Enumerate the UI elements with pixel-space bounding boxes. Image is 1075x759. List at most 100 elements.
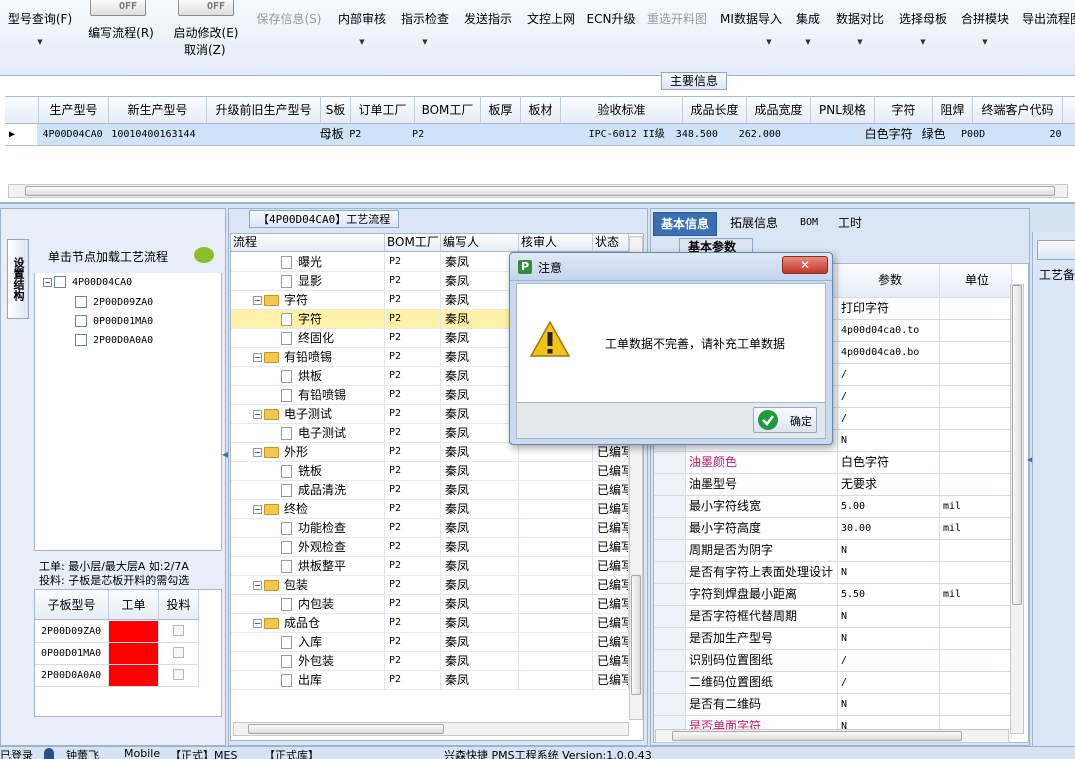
table-row[interactable]: 入库P2秦凤已编写 bbox=[231, 633, 629, 652]
expand-minus-icon[interactable]: − bbox=[253, 581, 262, 590]
checkbox-icon[interactable] bbox=[173, 625, 184, 636]
table-row[interactable]: 0P00D01MA0 bbox=[35, 643, 199, 665]
close-icon[interactable]: ✕ bbox=[782, 256, 828, 274]
param-value-cell[interactable]: 5.50 bbox=[838, 584, 940, 605]
param-hscroll[interactable] bbox=[655, 729, 1009, 743]
ecn-upgrade-button[interactable]: ECN升级 bbox=[584, 0, 638, 70]
table-row[interactable]: 是否加生产型号 N bbox=[654, 628, 1012, 650]
expand-minus-icon[interactable]: − bbox=[43, 278, 52, 287]
param-value-cell[interactable]: 白色字符 bbox=[838, 452, 940, 473]
table-row[interactable]: 2P00D09ZA0 bbox=[35, 621, 199, 643]
table-row[interactable]: 油墨型号 无要求 bbox=[654, 474, 1012, 496]
col-header[interactable]: 终端客户代码 bbox=[973, 97, 1063, 123]
ok-button[interactable]: 确定 bbox=[753, 407, 817, 433]
param-value-cell[interactable]: 打印字符 bbox=[838, 298, 940, 319]
table-row[interactable]: 最小字符线宽 5.00 mil bbox=[654, 496, 1012, 518]
expand-minus-icon[interactable]: − bbox=[253, 505, 262, 514]
param-value-cell[interactable]: / bbox=[838, 672, 940, 693]
reselect-cutting-button[interactable]: 重选开料图 bbox=[642, 0, 712, 70]
cancel-button[interactable]: 取消(Z) bbox=[184, 41, 226, 58]
mi-import-button[interactable]: MI数据导入 ▼ bbox=[716, 0, 786, 70]
table-row[interactable]: 字符到焊盘最小距离 5.50 mil bbox=[654, 584, 1012, 606]
col-header[interactable]: 子板型号 bbox=[35, 590, 109, 619]
table-row[interactable]: −成品仓P2秦凤已编写 bbox=[231, 614, 629, 633]
table-row[interactable]: −外形P2秦凤已编写 bbox=[231, 443, 629, 462]
process-hscroll[interactable] bbox=[233, 722, 629, 736]
param-value-cell[interactable]: N bbox=[838, 562, 940, 583]
internal-review-button[interactable]: 内部审核 ▼ bbox=[332, 0, 392, 70]
export-flow-button[interactable]: 导出流程图 bbox=[1018, 0, 1075, 70]
expand-minus-icon[interactable]: − bbox=[253, 296, 262, 305]
scroll-thumb[interactable] bbox=[248, 724, 444, 734]
col-header[interactable]: 流程 bbox=[231, 234, 385, 251]
col-header[interactable]: 生产型号 bbox=[39, 97, 109, 123]
tree-node-root[interactable]: −4P00D04CA0 bbox=[43, 276, 132, 288]
table-row[interactable]: 内包装P2秦凤已编写 bbox=[231, 595, 629, 614]
col-header[interactable]: 单位 bbox=[940, 264, 1012, 297]
col-header[interactable]: 订单工厂 bbox=[351, 97, 415, 123]
table-row[interactable]: 二维码位置图纸 / bbox=[654, 672, 1012, 694]
param-value-cell[interactable]: N bbox=[838, 694, 940, 715]
tab-work-hours[interactable]: 工时 bbox=[831, 212, 869, 236]
tab-extended-info[interactable]: 拓展信息 bbox=[723, 212, 785, 236]
table-row[interactable]: 是否字符框代替周期 N bbox=[654, 606, 1012, 628]
model-query-button[interactable]: 型号查询(F) ▼ bbox=[0, 0, 80, 70]
col-header[interactable]: 编写人 bbox=[441, 234, 519, 251]
expand-minus-icon[interactable]: − bbox=[253, 410, 262, 419]
col-header[interactable]: 成品宽度 bbox=[747, 97, 811, 123]
col-header[interactable]: 状态 bbox=[593, 234, 629, 251]
col-header[interactable]: PNL规格 bbox=[811, 97, 875, 123]
instruction-check-button[interactable]: 指示检查 ▼ bbox=[396, 0, 454, 70]
tree-node-child[interactable]: 0P00D01MA0 bbox=[75, 315, 153, 327]
start-edit-button[interactable]: 启动修改(E) bbox=[166, 0, 246, 70]
col-header[interactable]: 板材 bbox=[521, 97, 561, 123]
col-header[interactable]: 成品长度 bbox=[683, 97, 747, 123]
checkbox-icon[interactable] bbox=[75, 315, 87, 327]
param-value-cell[interactable]: 4p00d04ca0.bo bbox=[838, 342, 940, 363]
table-row[interactable]: 是否有字符上表面处理设计 N bbox=[654, 562, 1012, 584]
param-value-cell[interactable]: / bbox=[838, 650, 940, 671]
work-order-cell[interactable] bbox=[109, 665, 159, 686]
tree-node-child[interactable]: 2P00D09ZA0 bbox=[75, 296, 153, 308]
param-value-cell[interactable]: / bbox=[838, 408, 940, 429]
table-row[interactable]: −终检P2秦凤已编写 bbox=[231, 500, 629, 519]
checkbox-icon[interactable] bbox=[75, 296, 87, 308]
dialog-titlebar[interactable]: P 注意 ✕ bbox=[510, 253, 832, 281]
scroll-thumb[interactable] bbox=[631, 575, 641, 695]
table-row[interactable]: 油墨颜色 白色字符 bbox=[654, 452, 1012, 474]
checkbox-icon[interactable] bbox=[173, 669, 184, 680]
tree-node-child[interactable]: 2P00D0A0A0 bbox=[75, 334, 153, 346]
integrate-button[interactable]: 集成 ▼ bbox=[790, 0, 826, 70]
col-header[interactable]: S板 bbox=[321, 97, 351, 123]
col-header[interactable]: 参数 bbox=[838, 264, 940, 297]
scroll-thumb[interactable] bbox=[1012, 285, 1022, 605]
table-row[interactable]: 成品清洗P2秦凤已编写 bbox=[231, 481, 629, 500]
table-row[interactable]: 铣板P2秦凤已编写 bbox=[231, 462, 629, 481]
param-value-cell[interactable]: N bbox=[838, 540, 940, 561]
param-value-cell[interactable]: N bbox=[838, 606, 940, 627]
col-header[interactable]: BOM工厂 bbox=[415, 97, 481, 123]
col-header[interactable]: 投料 bbox=[159, 590, 199, 619]
send-instruction-button[interactable]: 发送指示 bbox=[458, 0, 518, 70]
select-mother-board-button[interactable]: 选择母板 ▼ bbox=[894, 0, 952, 70]
col-header[interactable]: 新生产型号 bbox=[109, 97, 207, 123]
col-header[interactable]: 工单 bbox=[109, 590, 159, 619]
table-row[interactable]: 烘板整平P2秦凤已编写 bbox=[231, 557, 629, 576]
merge-module-button[interactable]: 合拼模块 ▼ bbox=[956, 0, 1014, 70]
process-notes-tab[interactable] bbox=[1037, 240, 1075, 260]
col-header[interactable]: 验收标准 bbox=[561, 97, 683, 123]
col-header[interactable]: 字符 bbox=[875, 97, 933, 123]
table-row[interactable]: 2P00D0A0A0 bbox=[35, 665, 199, 687]
checkbox-icon[interactable] bbox=[54, 276, 66, 288]
main-info-hscroll[interactable] bbox=[8, 184, 1068, 198]
expand-minus-icon[interactable]: − bbox=[253, 353, 262, 362]
param-value-cell[interactable]: / bbox=[838, 364, 940, 385]
scroll-thumb[interactable] bbox=[672, 731, 962, 741]
work-order-cell[interactable] bbox=[109, 621, 159, 642]
param-value-cell[interactable]: N bbox=[838, 430, 940, 451]
data-compare-button[interactable]: 数据对比 ▼ bbox=[830, 0, 890, 70]
table-row[interactable]: ▶ 4P00D04CA0 10010400163144 母板 P2 P2 IPC… bbox=[5, 124, 1075, 146]
param-value-cell[interactable]: 30.00 bbox=[838, 518, 940, 539]
col-header[interactable]: 板厚 bbox=[481, 97, 521, 123]
param-value-cell[interactable]: / bbox=[838, 386, 940, 407]
